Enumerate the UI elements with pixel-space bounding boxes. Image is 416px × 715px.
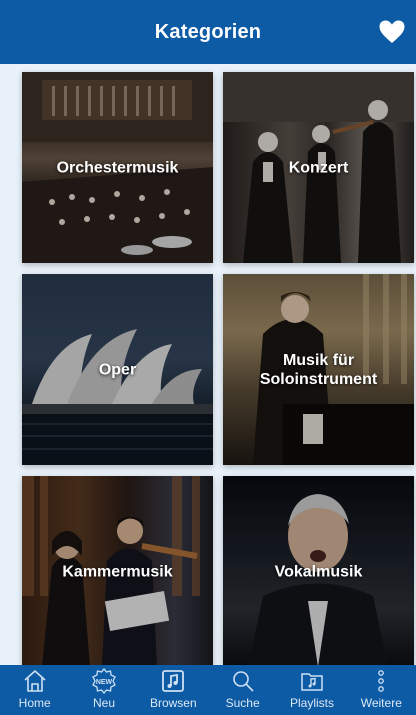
category-label: Oper bbox=[98, 361, 137, 378]
music-note-icon bbox=[162, 670, 185, 692]
playlist-icon bbox=[301, 673, 323, 691]
page-title: Kategorien bbox=[154, 20, 262, 43]
top-bar: Kategorien bbox=[0, 0, 416, 64]
category-tile-musik-fuer-soloinstrument[interactable]: Musik für Soloinstrument bbox=[223, 274, 414, 465]
tab-label: Browsen bbox=[149, 696, 197, 710]
category-tile-vokalmusik[interactable]: Vokalmusik bbox=[223, 476, 414, 665]
category-label: Orchestermusik bbox=[56, 159, 179, 176]
tab-browsen[interactable]: Browsen bbox=[139, 665, 208, 715]
tab-label: Home bbox=[18, 696, 51, 710]
category-tile-orchestermusik[interactable]: Orchestermusik bbox=[22, 72, 213, 263]
bottom-tab-bar: Home NEW Neu Browsen Suche Playlists Wei… bbox=[0, 665, 416, 715]
tab-suche[interactable]: Suche bbox=[208, 665, 277, 715]
tab-home[interactable]: Home bbox=[0, 665, 69, 715]
favorites-button[interactable] bbox=[376, 17, 408, 47]
heart-icon bbox=[379, 20, 405, 43]
tab-label: Playlists bbox=[289, 696, 334, 710]
tab-playlists[interactable]: Playlists bbox=[277, 665, 346, 715]
category-tile-kammermusik[interactable]: Kammermusik bbox=[22, 476, 213, 665]
tab-label: Weitere bbox=[360, 696, 402, 710]
tab-label: Suche bbox=[225, 696, 260, 710]
search-icon bbox=[232, 671, 254, 692]
tab-neu[interactable]: NEW Neu bbox=[69, 665, 138, 715]
svg-text:NEW: NEW bbox=[96, 679, 113, 686]
category-label: Vokalmusik bbox=[274, 563, 363, 580]
category-grid: Orchestermusik Konzert Oper Musik für So… bbox=[0, 64, 416, 665]
tab-weitere[interactable]: Weitere bbox=[347, 665, 416, 715]
category-label: Konzert bbox=[288, 159, 349, 176]
category-tile-oper[interactable]: Oper bbox=[22, 274, 213, 465]
new-badge-icon: NEW bbox=[92, 668, 116, 694]
home-icon bbox=[24, 670, 46, 692]
tab-label: Neu bbox=[92, 696, 115, 710]
category-tile-konzert[interactable]: Konzert bbox=[223, 72, 414, 263]
category-label: Kammermusik bbox=[62, 563, 173, 580]
more-icon bbox=[378, 670, 385, 692]
category-label: Musik für Soloinstrument bbox=[259, 351, 378, 388]
